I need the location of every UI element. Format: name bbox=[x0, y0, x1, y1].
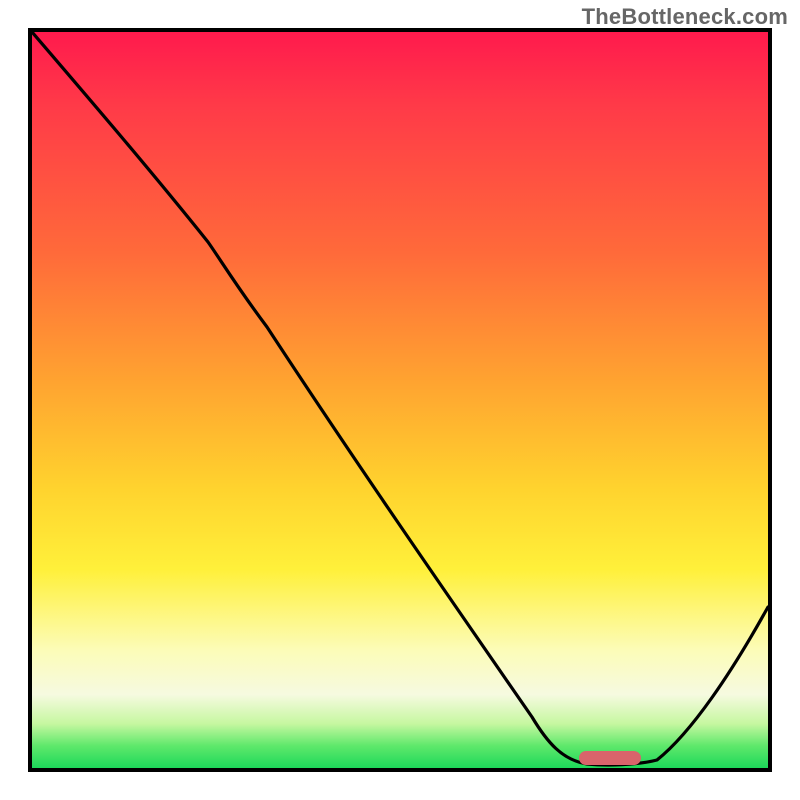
watermark-text: TheBottleneck.com bbox=[582, 4, 788, 30]
curve-path bbox=[32, 32, 768, 765]
bottleneck-curve bbox=[32, 32, 768, 768]
target-marker bbox=[579, 751, 641, 765]
chart-plot-area bbox=[28, 28, 772, 772]
